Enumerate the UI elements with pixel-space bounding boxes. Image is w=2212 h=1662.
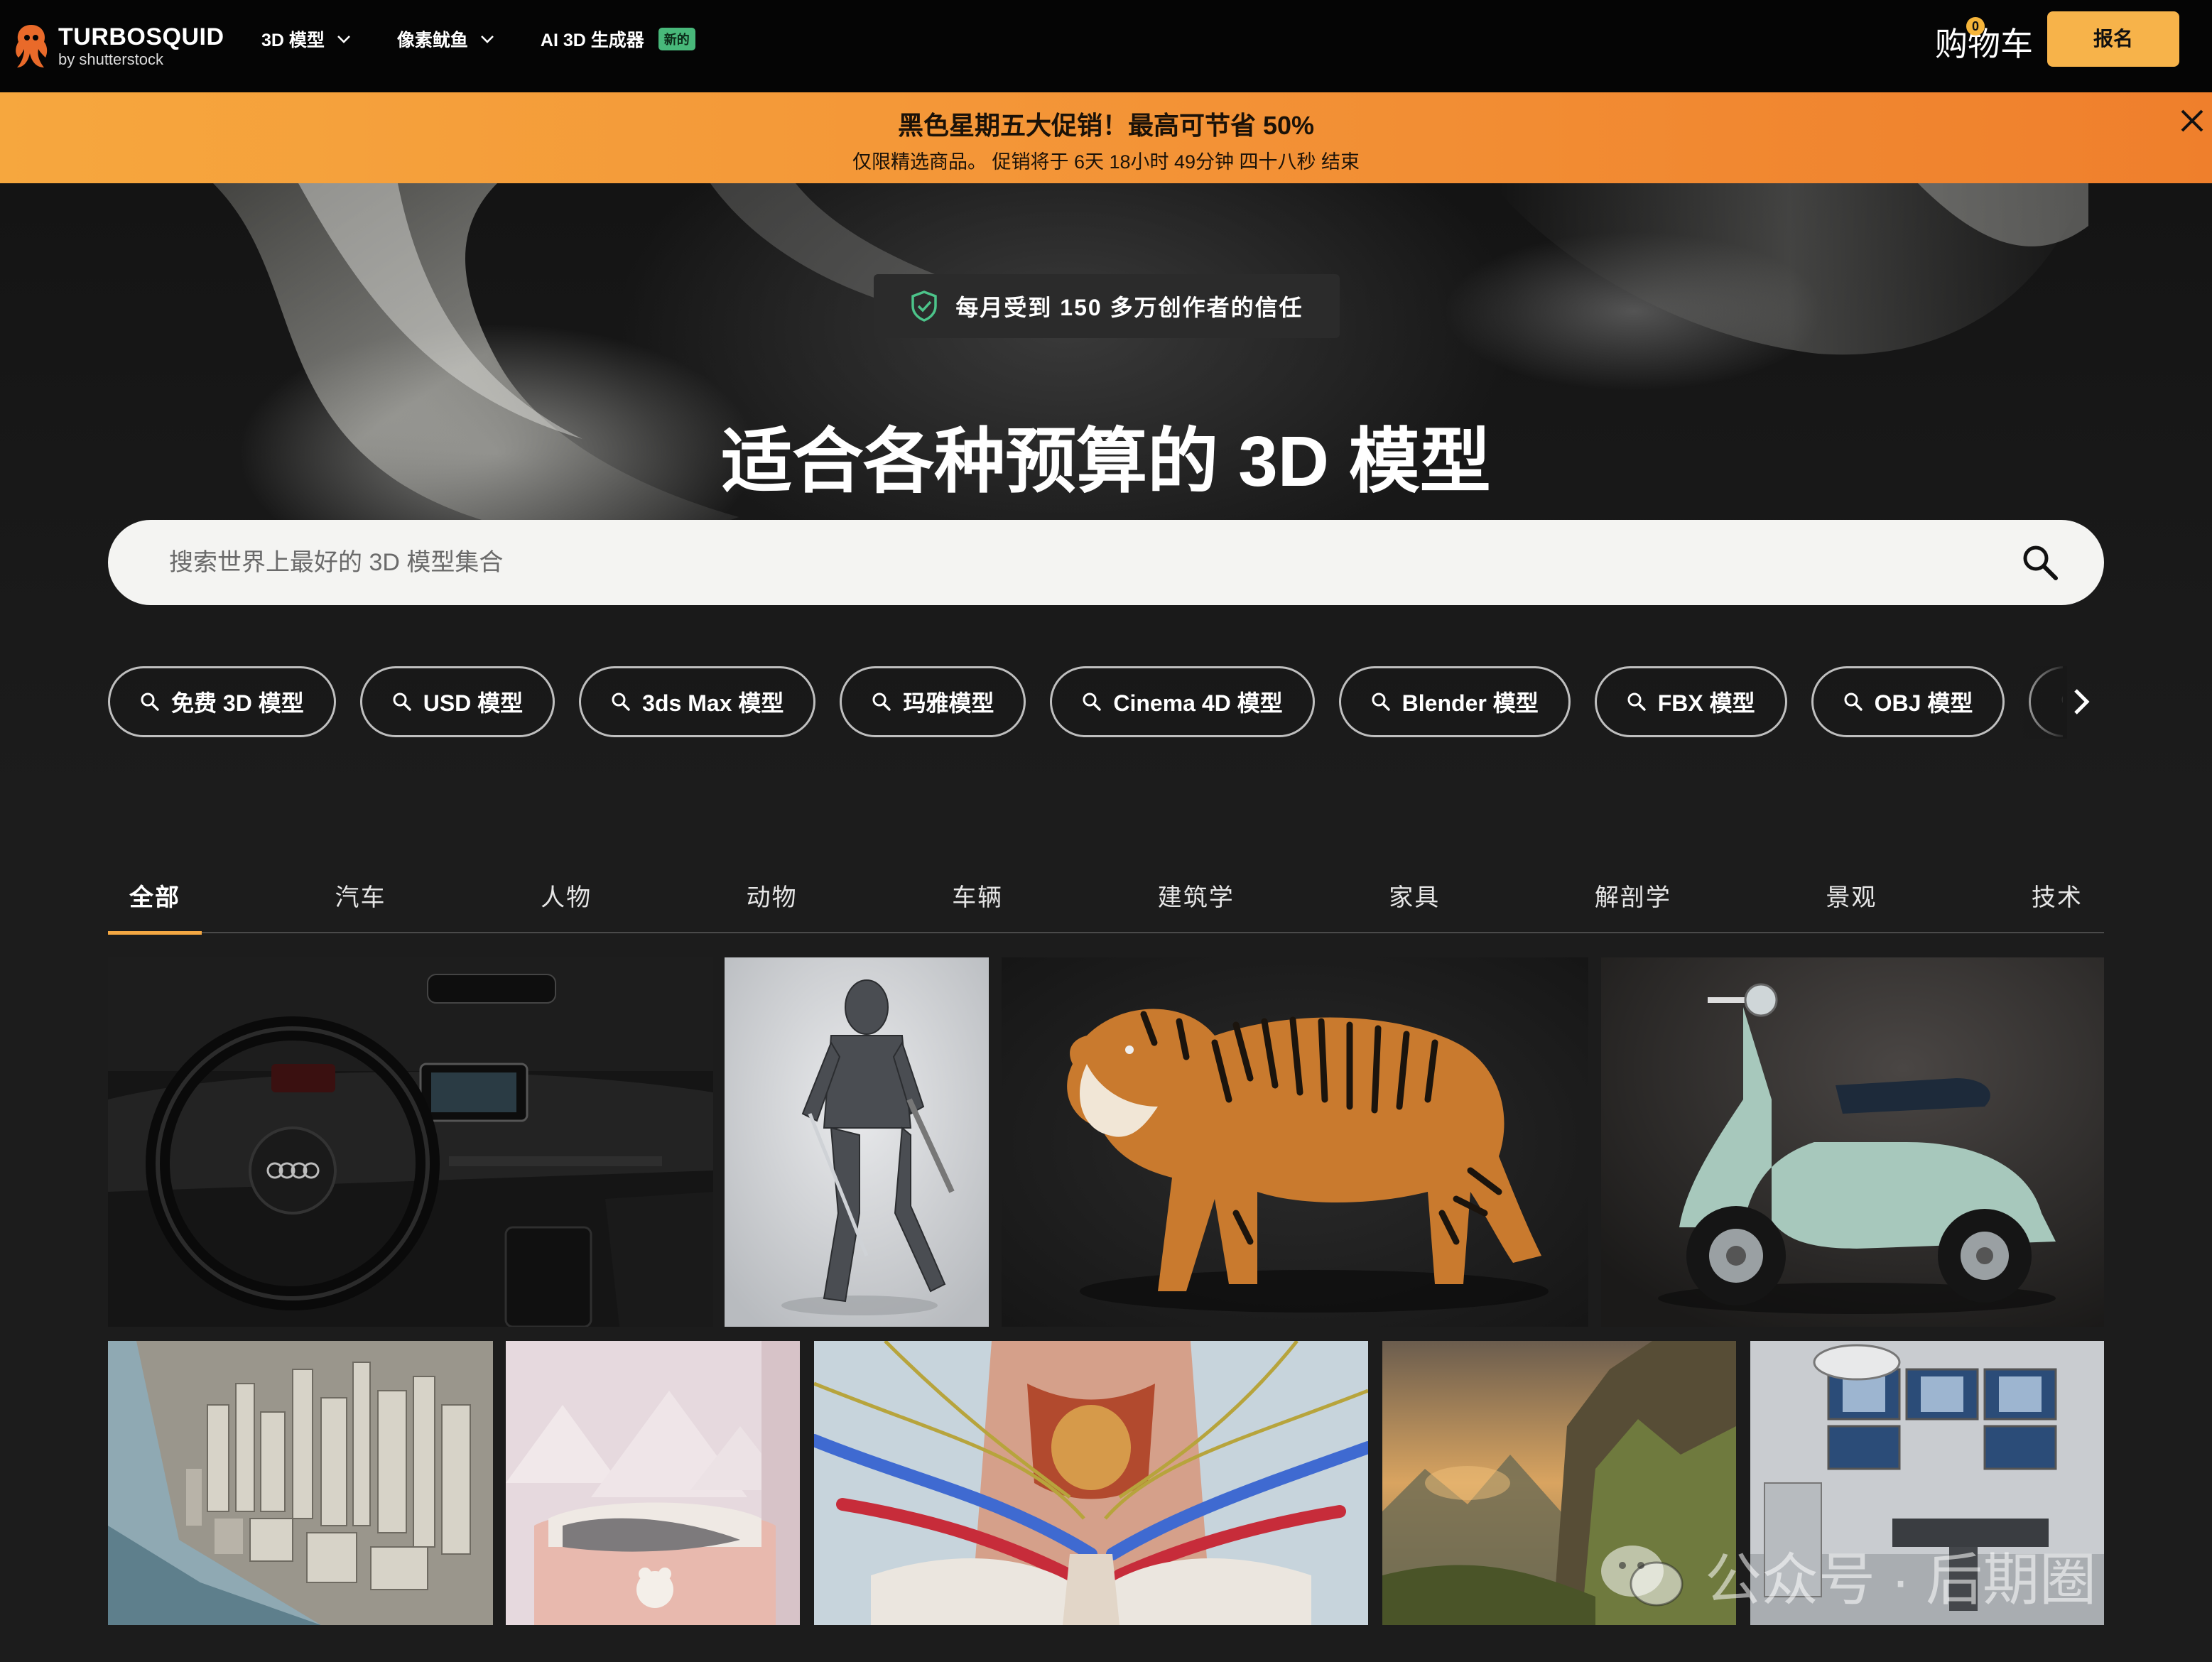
chip-free-3d-models[interactable]: 免费 3D 模型 <box>108 666 336 737</box>
search-icon <box>612 692 630 711</box>
watermark-text: 公众号 · 后期圈 <box>1705 1548 2097 1612</box>
chip-label: Blender 模型 <box>1402 690 1539 716</box>
new-badge: 新的 <box>658 28 695 50</box>
category-tabs: 全部 汽车 人物 动物 车辆 建筑学 家具 解剖学 景观 技术 <box>108 865 2104 935</box>
tab-technology[interactable]: 技术 <box>2010 865 2104 933</box>
menu-3d-models-label: 3D 模型 <box>261 31 325 50</box>
quick-search-chips: 免费 3D 模型 USD 模型 3ds Max 模型 玛雅模型 Cinema 4… <box>108 666 2063 739</box>
city-aerial-image <box>108 1341 493 1625</box>
chevron-right-icon[interactable] <box>2064 685 2098 719</box>
chip-track: 免费 3D 模型 USD 模型 3ds Max 模型 玛雅模型 Cinema 4… <box>108 666 2063 737</box>
chip-maya-models[interactable]: 玛雅模型 <box>840 666 1026 737</box>
hero-title: 适合各种预算的 3D 模型 <box>721 422 1491 501</box>
wechat-icon <box>1601 1546 1684 1607</box>
tab-cars[interactable]: 汽车 <box>314 865 408 933</box>
trust-text: 每月受到 150 多万创作者的信任 <box>955 295 1303 320</box>
logo-wordmark: TURBOSQUID <box>58 23 224 50</box>
gallery-tile-tiger[interactable] <box>1002 957 1588 1327</box>
search-icon[interactable] <box>2019 541 2061 584</box>
search-icon <box>1083 692 1102 711</box>
signup-button[interactable]: 报名 <box>2047 11 2179 67</box>
menu-ai-3d-generator-label: AI 3D 生成器 <box>540 31 644 50</box>
chip-label: 玛雅模型 <box>903 690 994 716</box>
chip-label: FBX 模型 <box>1657 690 1755 716</box>
chip-fbx-models[interactable]: FBX 模型 <box>1594 666 1787 737</box>
logo-tagline: by shutterstock <box>58 50 163 68</box>
chip-scroll-fade <box>2017 666 2067 739</box>
anatomy-image <box>814 1341 1368 1625</box>
chip-label: Cinema 4D 模型 <box>1113 690 1283 716</box>
tab-vehicles[interactable]: 车辆 <box>931 865 1024 933</box>
menu-pixelsquid-label: 像素鱿鱼 <box>396 31 468 50</box>
top-navigation: TURBOSQUID by shutterstock 3D 模型 像素鱿鱼 AI… <box>0 0 2212 92</box>
menu-3d-models[interactable]: 3D 模型 <box>261 26 352 52</box>
knight-image <box>725 957 989 1327</box>
scooter-image <box>1601 957 2104 1327</box>
gallery-tile-knight[interactable] <box>725 957 989 1327</box>
turbosquid-logo[interactable]: TURBOSQUID by shutterstock <box>11 16 224 77</box>
chevron-down-icon <box>481 36 494 43</box>
menu-ai-3d-generator[interactable]: AI 3D 生成器 新的 <box>541 26 695 52</box>
gallery-tile-scooter[interactable] <box>1601 957 2104 1327</box>
chip-label: 3ds Max 模型 <box>642 690 784 716</box>
squid-logo-icon <box>16 25 48 67</box>
chip-obj-models[interactable]: OBJ 模型 <box>1811 666 2005 737</box>
tab-anatomy[interactable]: 解剖学 <box>1573 865 1693 933</box>
chip-blender-models[interactable]: Blender 模型 <box>1338 666 1571 737</box>
car-interior-image <box>108 957 713 1327</box>
cart-count-badge: 0 <box>1966 17 1985 36</box>
tab-all[interactable]: 全部 <box>108 865 202 935</box>
promo-countdown: 仅限精选商品。 促销将于 6天 18小时 49分钟 四十八秒 结束 <box>852 151 1360 173</box>
menu-pixelsquid[interactable]: 像素鱿鱼 <box>397 26 495 52</box>
search-bar <box>108 520 2104 605</box>
chip-label: 免费 3D 模型 <box>171 690 304 716</box>
gallery-tile-anatomy[interactable] <box>814 1341 1368 1625</box>
chip-label: OBJ 模型 <box>1874 690 1973 716</box>
bedroom-image <box>506 1341 800 1625</box>
close-icon[interactable] <box>2176 105 2208 136</box>
trust-badge: 每月受到 150 多万创作者的信任 <box>874 274 1340 338</box>
chip-cinema-4d-models[interactable]: Cinema 4D 模型 <box>1050 666 1315 737</box>
chevron-down-icon <box>337 36 350 43</box>
shield-check-icon <box>911 290 938 322</box>
promo-title: 黑色星期五大促销！最高可节省 50% <box>897 111 1315 140</box>
tiger-image <box>1002 957 1588 1327</box>
gallery-tile-bedroom[interactable] <box>506 1341 800 1625</box>
search-icon <box>1844 692 1863 711</box>
tab-characters[interactable]: 人物 <box>519 865 613 933</box>
hero-section: 每月受到 150 多万创作者的信任 适合各种预算的 3D 模型 免费 3D 模型… <box>0 183 2212 822</box>
promo-banner: 黑色星期五大促销！最高可节省 50% 仅限精选商品。 促销将于 6天 18小时 … <box>0 92 2212 183</box>
chip-usd-models[interactable]: USD 模型 <box>359 666 555 737</box>
gallery-tile-car-interior[interactable] <box>108 957 713 1327</box>
search-icon <box>1372 692 1390 711</box>
main-menu: 3D 模型 像素鱿鱼 AI 3D 生成器 新的 <box>261 0 695 78</box>
search-icon <box>141 692 159 711</box>
tab-animals[interactable]: 动物 <box>725 865 819 933</box>
gallery-tile-city[interactable] <box>108 1341 493 1625</box>
search-icon <box>1627 692 1646 711</box>
search-input[interactable] <box>169 548 1945 577</box>
chip-label: USD 模型 <box>423 690 524 716</box>
tab-architecture[interactable]: 建筑学 <box>1137 865 1256 933</box>
search-icon <box>872 692 891 711</box>
tab-landscapes[interactable]: 景观 <box>1804 865 1898 933</box>
wechat-watermark: 公众号 · 后期圈 <box>1597 1534 2096 1617</box>
tab-furniture[interactable]: 家具 <box>1367 865 1461 933</box>
search-icon <box>393 692 411 711</box>
chip-3ds-max-models[interactable]: 3ds Max 模型 <box>579 666 816 737</box>
